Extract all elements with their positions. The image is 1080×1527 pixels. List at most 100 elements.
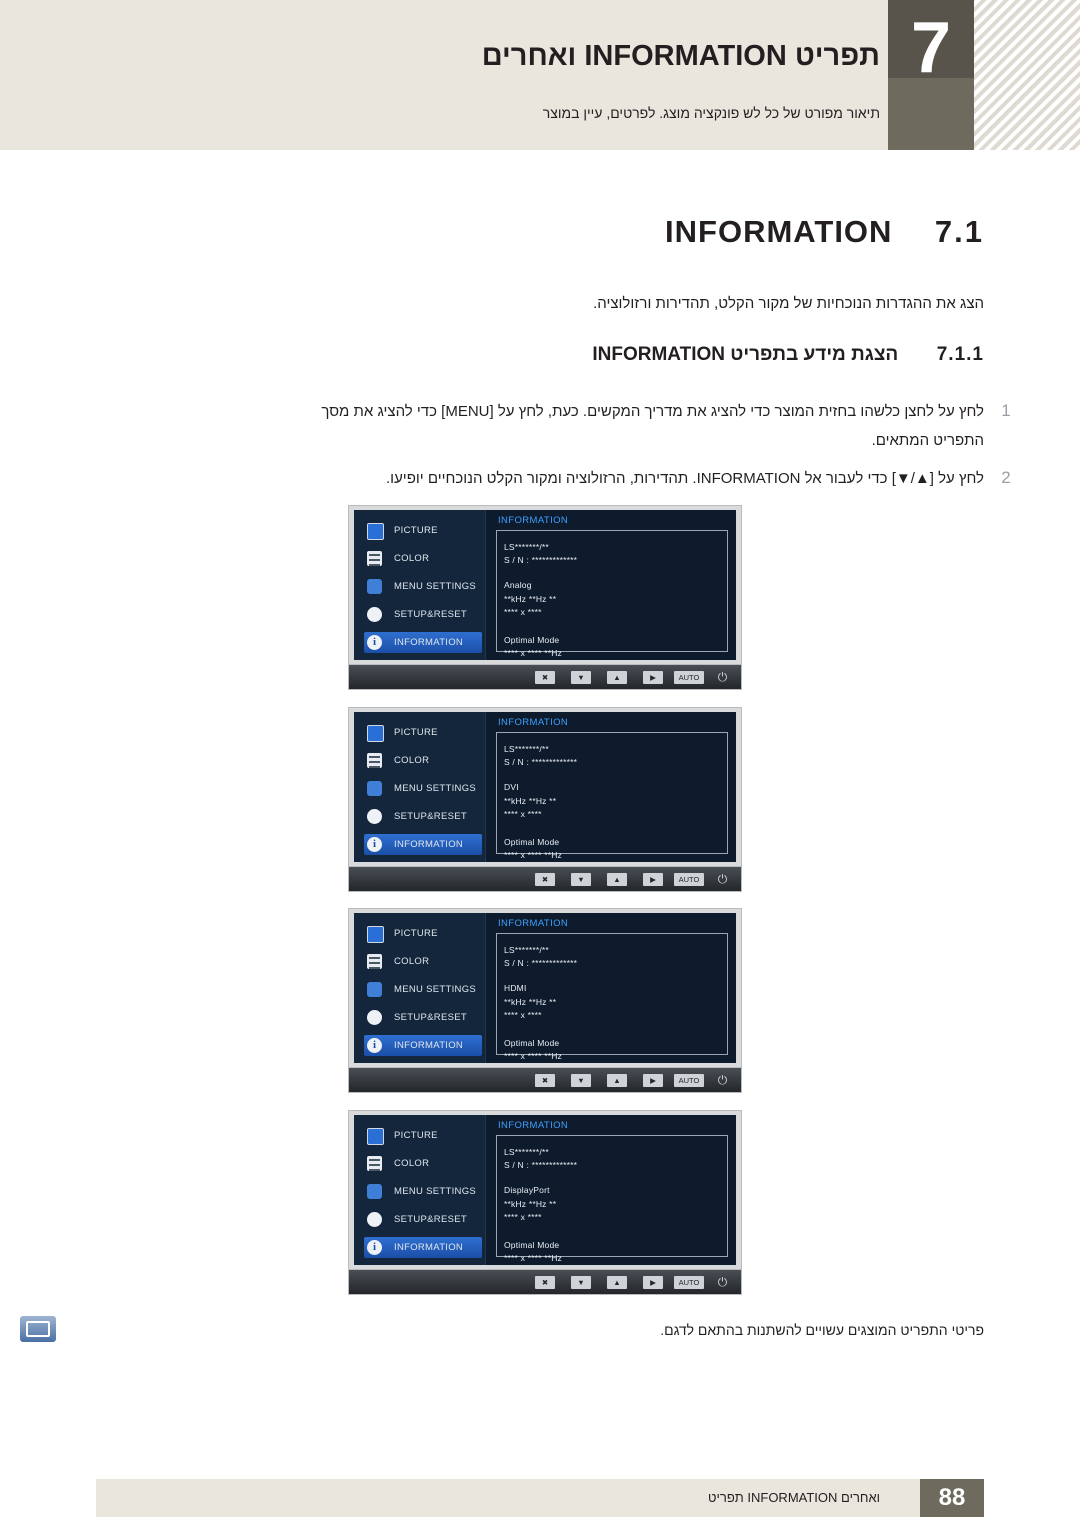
osd-button-exit[interactable]: ✖ — [535, 1276, 555, 1289]
osd-button-down[interactable]: ▼ — [571, 671, 591, 684]
osd-info-line: Optimal Mode — [504, 635, 560, 645]
osd-menu-item-setup-reset[interactable]: SETUP&RESET — [364, 806, 482, 827]
power-icon[interactable]: ⏻ — [715, 872, 730, 887]
osd-button-exit[interactable]: ✖ — [535, 671, 555, 684]
picture-icon — [367, 523, 384, 540]
menu-settings-icon — [367, 781, 382, 796]
osd-button-bar: ✖ ▼ ▲ ▶ AUTO ⏻ — [348, 1270, 742, 1295]
osd-button-up[interactable]: ▲ — [607, 1276, 627, 1289]
section-heading: 7.1 INFORMATION — [84, 214, 984, 250]
osd-button-up[interactable]: ▲ — [607, 671, 627, 684]
osd-menu-item-menu-settings[interactable]: MENU SETTINGS — [364, 778, 482, 799]
osd-menu-item-picture[interactable]: PICTURE — [364, 722, 482, 743]
chapter-number: 7 — [910, 8, 952, 88]
osd-button-up[interactable]: ▲ — [607, 1074, 627, 1087]
osd-button-enter[interactable]: ▶ — [643, 1276, 663, 1289]
osd-button-exit[interactable]: ✖ — [535, 1074, 555, 1087]
color-icon — [367, 753, 382, 768]
osd-menu-item-label: MENU SETTINGS — [394, 984, 477, 995]
osd-info-line: LS*******/** — [504, 945, 549, 955]
osd-button-exit[interactable]: ✖ — [535, 873, 555, 886]
osd-panel-analog: PICTURE COLOR MENU SETTINGS SETUP&RESET i INF… — [348, 505, 742, 691]
osd-menu-item-label: MENU SETTINGS — [394, 581, 477, 592]
osd-menu-item-label: SETUP&RESET — [394, 609, 467, 620]
osd-info-line: **** x **** — [504, 1010, 542, 1020]
subsection-heading: 7.1.1 הצגת מידע בתפריט INFORMATION — [84, 344, 984, 366]
subsection-name: הצגת מידע בתפריט INFORMATION — [592, 344, 899, 365]
page-header: 7 תפריט INFORMATION ואחרים תיאור מפורט ש… — [0, 0, 1080, 150]
info-icon: i — [367, 1240, 382, 1255]
osd-info-line: S / N : ************* — [504, 1160, 578, 1170]
osd-menu-item-color[interactable]: COLOR — [364, 1153, 482, 1174]
header-band — [0, 0, 888, 150]
subsection-number: 7.1.1 — [936, 344, 984, 365]
osd-menu-item-picture[interactable]: PICTURE — [364, 1125, 482, 1146]
osd-menu-item-color[interactable]: COLOR — [364, 951, 482, 972]
osd-menu-item-label: PICTURE — [394, 928, 438, 939]
osd-info-line: LS*******/** — [504, 542, 549, 552]
osd-button-enter[interactable]: ▶ — [643, 873, 663, 886]
osd-menu-item-label: MENU SETTINGS — [394, 1186, 477, 1197]
osd-menu-item-menu-settings[interactable]: MENU SETTINGS — [364, 1181, 482, 1202]
step-1: 1 לחץ על לחצן כלשהו בחזית המוצר כדי להצי… — [84, 398, 1010, 454]
step-2-line-1: לחץ על [▲/▼] כדי לעבור אל INFORMATION. ת… — [386, 470, 984, 487]
section-number: 7.1 — [934, 214, 984, 249]
power-icon[interactable]: ⏻ — [715, 670, 730, 685]
step-1-line-2: התפריט המתאים. — [871, 432, 984, 449]
footer-text: ואחרים INFORMATION תפריט — [708, 1490, 880, 1505]
menu-settings-icon — [367, 1184, 382, 1199]
osd-button-auto[interactable]: AUTO — [674, 1276, 704, 1289]
step-2-number: 2 — [1001, 468, 1011, 487]
osd-info-line: DisplayPort — [504, 1185, 550, 1195]
osd-menu-item-picture[interactable]: PICTURE — [364, 923, 482, 944]
osd-button-down[interactable]: ▼ — [571, 873, 591, 886]
osd-menu-item-setup-reset[interactable]: SETUP&RESET — [364, 1209, 482, 1230]
osd-button-auto[interactable]: AUTO — [674, 671, 704, 684]
osd-button-auto[interactable]: AUTO — [674, 1074, 704, 1087]
osd-menu-item-label: SETUP&RESET — [394, 811, 467, 822]
osd-panel-displayport: PICTURE COLOR MENU SETTINGS SETUP&RESET i INF… — [348, 1110, 742, 1296]
osd-menu-item-setup-reset[interactable]: SETUP&RESET — [364, 1007, 482, 1028]
gear-icon — [367, 607, 382, 622]
osd-menu-item-picture[interactable]: PICTURE — [364, 520, 482, 541]
osd-menu-column: PICTURE COLOR MENU SETTINGS SETUP&RESET i INF… — [354, 510, 486, 660]
osd-button-down[interactable]: ▼ — [571, 1276, 591, 1289]
osd-info-column: INFORMATION LS*******/** S / N : *********… — [492, 712, 736, 862]
osd-info-line: S / N : ************* — [504, 555, 578, 565]
osd-menu-item-menu-settings[interactable]: MENU SETTINGS — [364, 979, 482, 1000]
picture-icon — [367, 926, 384, 943]
osd-menu-item-information[interactable]: i INFORMATION — [364, 1237, 482, 1258]
osd-menu-item-information[interactable]: i INFORMATION — [364, 834, 482, 855]
osd-menu-item-label: PICTURE — [394, 727, 438, 738]
osd-menu-item-color[interactable]: COLOR — [364, 750, 482, 771]
color-icon — [367, 1156, 382, 1171]
power-icon[interactable]: ⏻ — [715, 1275, 730, 1290]
osd-menu-item-information[interactable]: i INFORMATION — [364, 632, 482, 653]
osd-info-column: INFORMATION LS*******/** S / N : *********… — [492, 1115, 736, 1265]
osd-menu-item-menu-settings[interactable]: MENU SETTINGS — [364, 576, 482, 597]
osd-menu-item-label: COLOR — [394, 1158, 430, 1169]
osd-info-line: **kHz **Hz ** — [504, 1199, 557, 1209]
osd-menu-item-label: INFORMATION — [394, 637, 464, 648]
osd-button-enter[interactable]: ▶ — [643, 1074, 663, 1087]
osd-panel-title: INFORMATION — [498, 515, 569, 526]
osd-button-down[interactable]: ▼ — [571, 1074, 591, 1087]
osd-menu-item-color[interactable]: COLOR — [364, 548, 482, 569]
osd-button-enter[interactable]: ▶ — [643, 671, 663, 684]
osd-menu-item-information[interactable]: i INFORMATION — [364, 1035, 482, 1056]
osd-button-auto[interactable]: AUTO — [674, 873, 704, 886]
power-icon[interactable]: ⏻ — [715, 1073, 730, 1088]
osd-menu-item-label: INFORMATION — [394, 1242, 464, 1253]
menu-settings-icon — [367, 982, 382, 997]
osd-info-line: **** x **** **Hz — [504, 648, 563, 658]
osd-button-bar: ✖ ▼ ▲ ▶ AUTO ⏻ — [348, 665, 742, 690]
osd-info-line: **kHz **Hz ** — [504, 796, 557, 806]
osd-menu-item-label: PICTURE — [394, 525, 438, 536]
step-2: 2 לחץ על [▲/▼] כדי לעבור אל INFORMATION.… — [84, 465, 1011, 492]
osd-menu-item-setup-reset[interactable]: SETUP&RESET — [364, 604, 482, 625]
chapter-title: תפריט INFORMATION ואחרים — [481, 40, 880, 72]
osd-panel-hdmi: PICTURE COLOR MENU SETTINGS SETUP&RESET i INF… — [348, 908, 742, 1094]
osd-button-up[interactable]: ▲ — [607, 873, 627, 886]
page-number: 88 — [920, 1479, 984, 1517]
osd-info-column: INFORMATION LS*******/** S / N : *********… — [492, 510, 736, 660]
